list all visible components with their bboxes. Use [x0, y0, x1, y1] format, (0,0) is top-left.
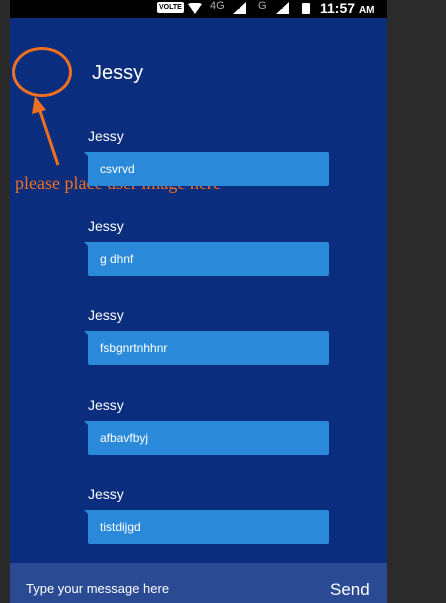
message-input-bar: Send: [10, 563, 387, 603]
status-bar: VOLTE 4G R G R 11:57 AM: [10, 0, 387, 18]
user-avatar-placeholder[interactable]: [12, 47, 72, 97]
message-bubble: afbavfbyj: [84, 421, 329, 455]
message-input[interactable]: [26, 581, 306, 596]
sim-1-roaming-label: R: [236, 4, 240, 11]
message-sender: Jessy: [88, 397, 124, 413]
message-sender: Jessy: [88, 486, 124, 502]
message-bubble: fsbgnrtnhhnr: [84, 331, 329, 365]
status-ampm: AM: [358, 5, 375, 16]
message-sender: Jessy: [88, 307, 124, 323]
message-item: Jessy g dhnf: [84, 218, 330, 276]
message-item: Jessy afbavfbyj: [84, 397, 330, 455]
message-bubble: csvrvd: [84, 152, 329, 186]
signal-icon: R: [233, 2, 246, 14]
status-time: 11:57 AM: [320, 0, 375, 16]
message-item: Jessy fsbgnrtnhhnr: [84, 307, 330, 365]
network-g-label: G: [258, 0, 267, 12]
sim-2-roaming-label: R: [279, 4, 283, 11]
message-bubble: g dhnf: [84, 242, 329, 276]
battery-icon: [302, 3, 310, 14]
status-time-value: 11:57: [320, 0, 356, 16]
wifi-icon: [188, 3, 202, 14]
message-sender: Jessy: [88, 218, 124, 234]
chat-title: Jessy: [92, 62, 144, 84]
signal-icon: R: [276, 2, 289, 14]
send-button[interactable]: Send: [330, 580, 370, 600]
volte-badge: VOLTE: [157, 2, 184, 13]
message-item: Jessy tistdijgd: [84, 486, 330, 544]
message-item: Jessy csvrvd: [84, 128, 330, 186]
message-bubble: tistdijgd: [84, 510, 329, 544]
chat-screen: Jessy please place user image here Jessy…: [10, 18, 387, 603]
network-4g-label: 4G: [210, 0, 225, 12]
message-sender: Jessy: [88, 128, 124, 144]
window-background-strip: [387, 0, 446, 603]
